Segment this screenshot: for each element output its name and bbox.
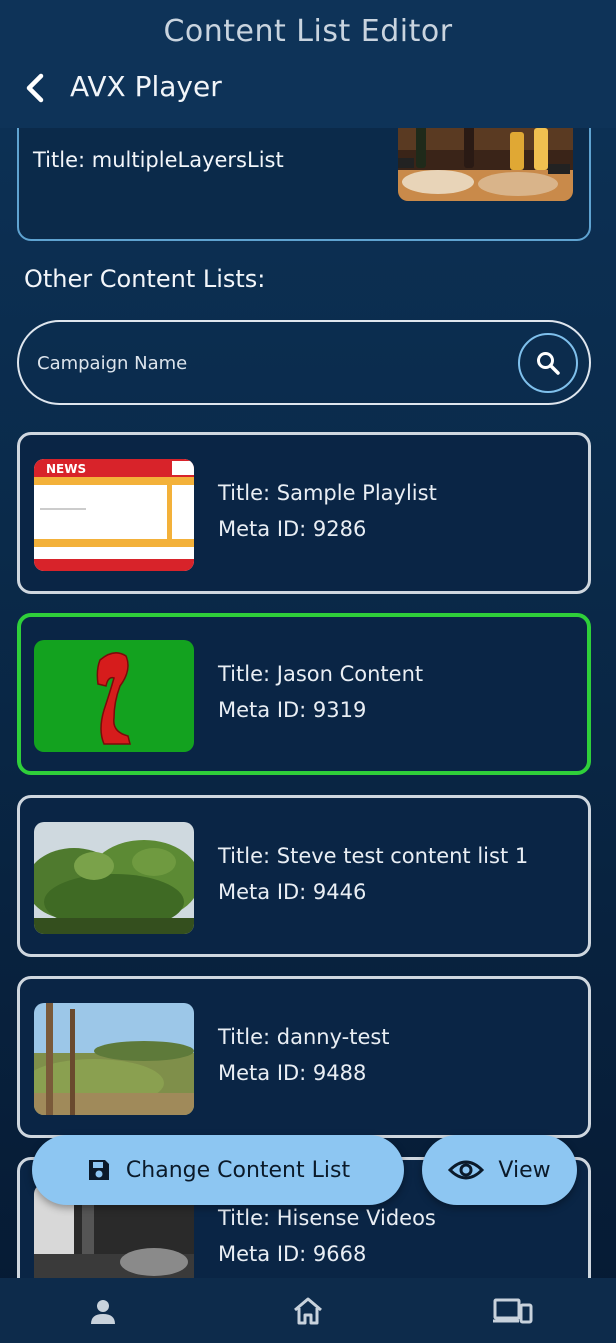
content-list-title: Title: Jason Content [218, 662, 424, 686]
content-list-thumbnail [34, 1003, 194, 1115]
nav-devices[interactable] [483, 1286, 543, 1336]
current-content-thumbnail [398, 128, 573, 201]
back-button[interactable] [20, 70, 50, 106]
current-content-title: Title: multipleLayersList [33, 148, 284, 172]
current-content-list-card: Title: multipleLayersList [17, 128, 591, 241]
save-icon [86, 1157, 112, 1183]
content-list-title: Title: danny-test [218, 1025, 390, 1049]
content-list-item[interactable]: Title: danny-test Meta ID: 9488 [17, 976, 591, 1138]
view-label: View [498, 1157, 551, 1183]
person-icon [90, 1299, 115, 1324]
view-button[interactable]: View [422, 1135, 577, 1205]
chevron-left-icon [26, 73, 44, 103]
app-title: Content List Editor [163, 14, 453, 49]
svg-text:NEWS: NEWS [46, 462, 86, 476]
bottom-navigation [0, 1278, 616, 1343]
devices-icon [493, 1298, 533, 1323]
content-list-meta-id: Meta ID: 9286 [218, 517, 367, 541]
nav-home[interactable] [278, 1286, 338, 1336]
eye-icon [448, 1158, 485, 1182]
nav-profile[interactable] [73, 1286, 133, 1336]
content-list-thumbnail [34, 822, 194, 934]
content-list-thumbnail: NEWS [34, 459, 194, 571]
content-list-meta-id: Meta ID: 9319 [218, 698, 367, 722]
content-list-title: Title: Hisense Videos [218, 1206, 436, 1230]
campaign-search-bar [17, 320, 591, 405]
content-scroll-area[interactable]: Title: multipleLayersList Other Content … [0, 128, 616, 1278]
app-header: Content List Editor AVX Player [0, 0, 616, 128]
content-list-meta-id: Meta ID: 9446 [218, 880, 367, 904]
content-list-meta-id: Meta ID: 9488 [218, 1061, 367, 1085]
content-list-meta-id: Meta ID: 9668 [218, 1242, 367, 1266]
change-content-list-button[interactable]: Change Content List [32, 1135, 404, 1205]
content-list-title: Title: Sample Playlist [218, 481, 437, 505]
campaign-search-input[interactable] [37, 344, 507, 382]
content-list-item[interactable]: Title: Steve test content list 1 Meta ID… [17, 795, 591, 957]
screen-title: AVX Player [70, 70, 222, 103]
other-lists-heading: Other Content Lists: [24, 265, 266, 293]
search-button[interactable] [518, 333, 578, 393]
change-content-list-label: Change Content List [125, 1157, 351, 1183]
content-list-title: Title: Steve test content list 1 [218, 844, 529, 868]
content-list-thumbnail [34, 640, 194, 752]
search-icon [537, 352, 560, 375]
content-list-item-selected[interactable]: Title: Jason Content Meta ID: 9319 [17, 613, 591, 775]
content-list-item[interactable]: NEWS Title: Sample Playlist Meta ID: 928… [17, 432, 591, 594]
home-icon [294, 1297, 322, 1324]
